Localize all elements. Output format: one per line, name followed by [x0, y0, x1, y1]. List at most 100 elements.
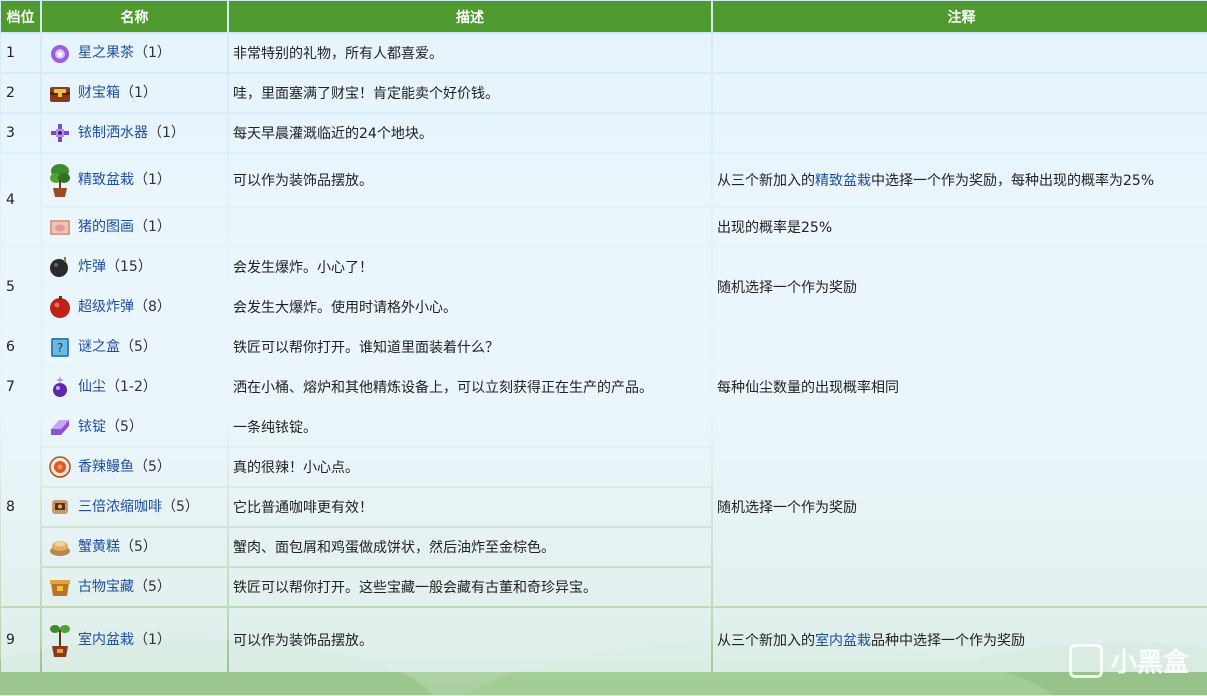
reward-table: 档位 名称 描述 注释 1 星之果茶（1） 非常特别的礼物，所有人都喜爱。 2 …	[0, 0, 1207, 674]
item-link[interactable]: 古物宝藏	[78, 579, 134, 595]
description-cell: 真的很辣！小心点。	[229, 448, 711, 486]
indoor-bonsai-icon	[48, 622, 72, 658]
name-cell: 猪的图画（1）	[42, 208, 227, 246]
description-cell: 铁匠可以帮你打开。这些宝藏一般会藏有古董和奇珍异宝。	[229, 568, 711, 606]
crab-cake-icon	[48, 535, 72, 559]
description-cell: 非常特别的礼物，所有人都喜爱。	[229, 34, 711, 72]
table-row: 8 铱锭（5） 一条纯铱锭。 随机选择一个作为奖励	[1, 408, 1207, 606]
item-quantity: （5）	[120, 339, 157, 355]
iridium-sprinkler-icon	[48, 121, 72, 145]
item-quantity: （15）	[106, 259, 152, 275]
name-cell: 精致盆栽（1）	[42, 154, 227, 206]
fairy-dust-icon	[48, 375, 72, 399]
description-cell: 它比普通咖啡更有效！	[229, 488, 711, 526]
item-quantity: （5）	[120, 539, 157, 555]
item-link[interactable]: 铱锭	[78, 419, 106, 435]
header-notes: 注释	[713, 1, 1207, 32]
notes-cell	[713, 328, 1207, 366]
name-cell: 古物宝藏（5）	[42, 568, 227, 606]
item-link[interactable]: 炸弹	[78, 259, 106, 275]
name-cell: 超级炸弹（8）	[42, 288, 227, 326]
tier-cell: 5	[1, 248, 40, 326]
spicy-eel-icon	[48, 455, 72, 479]
item-link[interactable]: 室内盆栽	[78, 632, 134, 648]
tier-cell: 9	[1, 608, 40, 672]
description-cell: 可以作为装饰品摆放。	[229, 608, 711, 672]
item-quantity: （5）	[106, 419, 143, 435]
tier-cell: 3	[1, 114, 40, 152]
table-row: 2 财宝箱（1） 哇，里面塞满了财宝！肯定能卖个好价钱。	[1, 74, 1207, 112]
item-link[interactable]: 蟹黄糕	[78, 539, 120, 555]
artifact-trove-icon	[48, 575, 72, 599]
item-link[interactable]: 三倍浓缩咖啡	[78, 499, 162, 515]
name-cell: 铱制洒水器（1）	[42, 114, 227, 152]
mega-bomb-icon	[48, 295, 72, 319]
name-cell: 香辣鳗鱼（5）	[42, 448, 227, 486]
description-cell: 蟹肉、面包屑和鸡蛋做成饼状，然后油炸至金棕色。	[229, 528, 711, 566]
notes-cell: 随机选择一个作为奖励	[713, 248, 1207, 326]
iridium-bar-icon	[48, 415, 72, 439]
name-cell: 仙尘（1-2）	[42, 368, 227, 406]
watermark-text: 小黑盒	[1110, 648, 1189, 678]
name-cell: 蟹黄糕（5）	[42, 528, 227, 566]
notes-cell: 出现的概率是25%	[713, 208, 1207, 246]
name-cell: 室内盆栽（1）	[42, 608, 227, 672]
table-row: 猪的图画（1） 出现的概率是25%	[1, 208, 1207, 246]
name-cell: ? 谜之盒（5）	[42, 328, 227, 366]
description-cell: 可以作为装饰品摆放。	[229, 154, 711, 206]
item-quantity: （1）	[148, 125, 185, 141]
name-cell: 铱锭（5）	[42, 408, 227, 446]
name-cell: 星之果茶（1）	[42, 34, 227, 72]
table-row: 5 炸弹（15） 会发生爆炸。小心了！ 随机选择一个作为奖励	[1, 248, 1207, 326]
item-quantity: （5）	[162, 499, 199, 515]
item-link[interactable]: 猪的图画	[78, 219, 134, 235]
header-name: 名称	[42, 1, 227, 32]
tier-cell: 1	[1, 34, 40, 72]
watermark-logo-icon	[1068, 643, 1103, 678]
item-link[interactable]: 谜之盒	[78, 339, 120, 355]
tier-cell: 8	[1, 408, 40, 606]
table-header-row: 档位 名称 描述 注释	[1, 1, 1207, 32]
description-cell: 会发生爆炸。小心了！	[229, 248, 711, 286]
mystery-box-icon: ?	[48, 335, 72, 359]
item-quantity: （1）	[120, 85, 157, 101]
header-tier: 档位	[1, 1, 40, 32]
item-link[interactable]: 星之果茶	[78, 45, 134, 61]
name-cell: 炸弹（15）	[42, 248, 227, 286]
notes-cell: 随机选择一个作为奖励	[713, 408, 1207, 606]
tier-cell: 7	[1, 368, 40, 406]
notes-cell: 从三个新加入的精致盆栽中选择一个作为奖励，每种出现的概率为25%	[713, 154, 1207, 206]
notes-cell: 每种仙尘数量的出现概率相同	[713, 368, 1207, 406]
treasure-chest-icon	[48, 81, 72, 105]
item-quantity: （1）	[134, 219, 171, 235]
description-cell: 每天早晨灌溉临近的24个地块。	[229, 114, 711, 152]
notes-cell	[713, 74, 1207, 112]
item-quantity: （1）	[134, 172, 171, 188]
item-quantity: （8）	[134, 299, 171, 315]
item-link[interactable]: 超级炸弹	[78, 299, 134, 315]
bomb-icon	[48, 255, 72, 279]
note-link[interactable]: 室内盆栽	[815, 633, 871, 649]
header-description: 描述	[229, 1, 711, 32]
description-cell: 会发生大爆炸。使用时请格外小心。	[229, 288, 711, 326]
item-link[interactable]: 精致盆栽	[78, 172, 134, 188]
notes-cell	[713, 34, 1207, 72]
note-link[interactable]: 精致盆栽	[815, 173, 871, 189]
table-row: 7 仙尘（1-2） 洒在小桶、熔炉和其他精炼设备上，可以立刻获得正在生产的产品。…	[1, 368, 1207, 406]
item-quantity: （1）	[134, 45, 171, 61]
star-tea-icon	[48, 41, 72, 65]
table-row: 1 星之果茶（1） 非常特别的礼物，所有人都喜爱。	[1, 34, 1207, 72]
notes-cell	[713, 114, 1207, 152]
item-link[interactable]: 香辣鳗鱼	[78, 459, 134, 475]
table-row: 9 室内盆栽（1） 可以作为装饰品摆放。 从三个新加入的室内盆栽品种中选择一个作…	[1, 608, 1207, 672]
tier-cell: 2	[1, 74, 40, 112]
item-quantity: （1-2）	[106, 379, 157, 395]
triple-espresso-icon	[48, 495, 72, 519]
name-cell: 财宝箱（1）	[42, 74, 227, 112]
item-link[interactable]: 财宝箱	[78, 85, 120, 101]
description-cell: 哇，里面塞满了财宝！肯定能卖个好价钱。	[229, 74, 711, 112]
item-link[interactable]: 铱制洒水器	[78, 125, 148, 141]
item-link[interactable]: 仙尘	[78, 379, 106, 395]
tier-cell: 6	[1, 328, 40, 366]
tier-cell: 4	[1, 154, 40, 246]
